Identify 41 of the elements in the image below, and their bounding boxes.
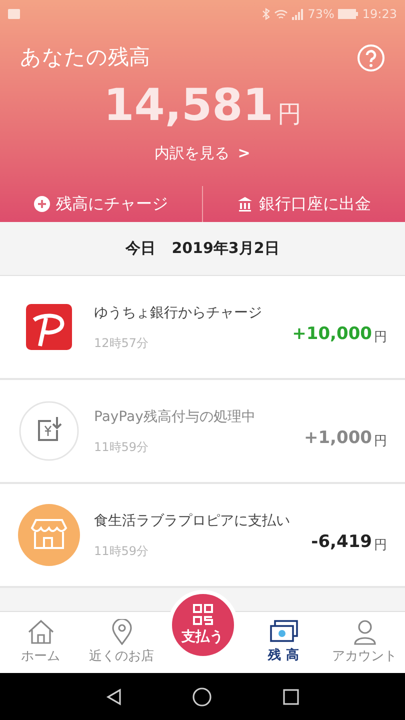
transaction-title: PayPay残高付与の処理中 xyxy=(94,408,256,426)
breakdown-link[interactable]: 内訳を見る > xyxy=(154,142,250,164)
currency-label: 円 xyxy=(374,329,387,348)
home-icon xyxy=(26,618,54,645)
balance-amount: 14,581 xyxy=(104,84,274,128)
clock-time: 19:23 xyxy=(362,6,397,23)
currency-label: 円 xyxy=(277,102,302,126)
yen-download-icon xyxy=(19,401,79,461)
transaction-amount: +1,000 xyxy=(304,427,372,450)
charge-button[interactable]: 残高にチャージ xyxy=(0,186,202,222)
qr-code-icon xyxy=(192,602,214,626)
store-icon xyxy=(18,504,80,566)
home-circle-icon[interactable] xyxy=(192,686,212,706)
person-icon xyxy=(352,618,376,645)
map-pin-icon xyxy=(110,618,132,645)
currency-label: 円 xyxy=(374,433,387,452)
nav-tab[interactable]: 残 高 xyxy=(243,612,324,673)
wifi-icon xyxy=(274,8,288,20)
transaction-time: 11時59分 xyxy=(94,542,150,560)
battery-icon xyxy=(338,9,358,19)
notification-icon xyxy=(8,9,20,19)
currency-label: 円 xyxy=(374,537,387,556)
transaction-title: 食生活ラブラプロピアに支払い xyxy=(94,512,291,530)
transaction-amount: -6,419 xyxy=(311,531,372,554)
transaction-amount: +10,000 xyxy=(292,323,372,346)
back-icon[interactable] xyxy=(104,688,123,706)
nav-tab[interactable]: 近くのお店 xyxy=(81,612,162,673)
app-logo-icon xyxy=(26,304,72,350)
plus-circle-icon xyxy=(34,196,50,212)
bluetooth-icon xyxy=(262,8,270,20)
nav-tab[interactable]: ホーム xyxy=(0,612,81,673)
transaction-time: 11時59分 xyxy=(94,438,150,456)
recents-icon[interactable] xyxy=(282,688,300,706)
transaction-time: 12時57分 xyxy=(94,334,150,352)
nav-tab[interactable]: アカウント xyxy=(324,612,405,673)
balance-title: あなたの残高 xyxy=(20,44,150,71)
transaction-title: ゆうちょ銀行からチャージ xyxy=(94,304,263,322)
banknotes-icon xyxy=(268,620,298,644)
battery-percent: 73% xyxy=(308,6,334,23)
signal-icon xyxy=(292,8,304,20)
bank-icon xyxy=(237,196,253,212)
